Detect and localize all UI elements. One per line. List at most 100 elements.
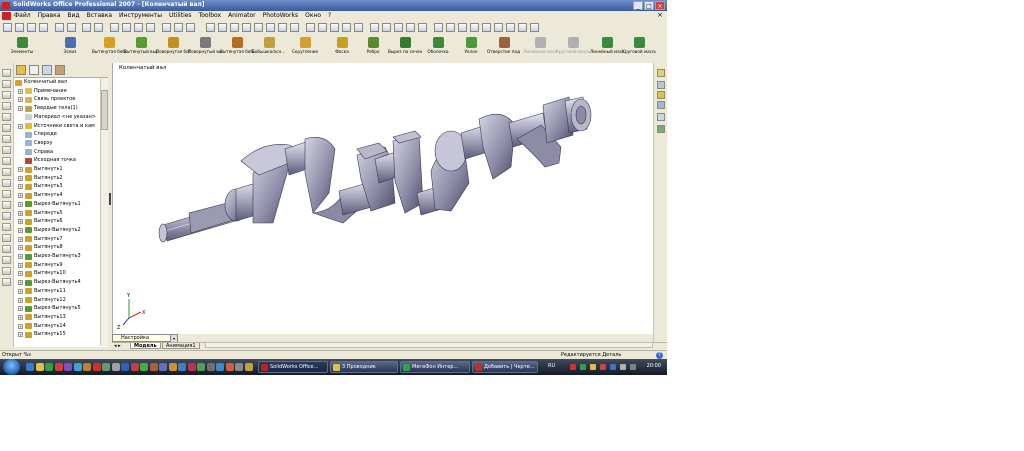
expand-toggle-icon[interactable]: + [18,88,23,94]
tree-item[interactable]: Сверху [14,139,100,148]
quick-launch-icon[interactable] [168,363,177,371]
graphics-area[interactable]: Коленчатый вал Y X Z [112,63,654,334]
tree-item[interactable]: Спереди [14,130,100,139]
standard-toolbar-button-4[interactable] [55,23,64,32]
task-pane-design-library-icon[interactable] [657,81,665,89]
task-pane-resources-icon[interactable] [657,69,665,77]
quick-launch-icon[interactable] [35,363,44,371]
left-toolbar-button-13[interactable] [2,212,11,220]
standard-toolbar-button-29[interactable] [382,23,391,32]
standard-toolbar-button-8[interactable] [110,23,119,32]
tree-item[interactable]: + Вырез-Вытянуть3 [14,252,100,261]
menu-insert[interactable]: Вставка [87,12,112,19]
expand-toggle-icon[interactable]: + [18,297,23,303]
tree-item[interactable]: + Вытянуть6 [14,217,100,226]
standard-toolbar-button-3[interactable] [39,23,48,32]
standard-toolbar-button-28[interactable] [370,23,379,32]
standard-toolbar-button-9[interactable] [122,23,131,32]
expand-toggle-icon[interactable]: + [18,245,23,251]
tab-animation1[interactable]: Анимация1 [162,343,200,349]
left-toolbar-button-3[interactable] [2,102,11,110]
tree-item[interactable]: + Вырез-Вытянуть1 [14,200,100,209]
quick-launch-icon[interactable] [244,363,253,371]
tree-scrollbar[interactable] [100,78,108,346]
left-toolbar-button-7[interactable] [2,146,11,154]
tree-item[interactable]: + Вытянуть10 [14,269,100,278]
taskbar-button-1[interactable]: 3 Проводник [330,361,398,373]
expand-toggle-icon[interactable]: + [18,175,23,181]
help-icon[interactable]: ? [656,352,663,359]
quick-launch-icon[interactable] [225,363,234,371]
standard-toolbar-button-19[interactable] [254,23,263,32]
cm-command-10[interactable]: Оболочка [421,37,455,62]
tree-item[interactable]: Справа [14,148,100,157]
standard-toolbar-button-38[interactable] [494,23,503,32]
tree-item[interactable]: + Вытянуть12 [14,296,100,305]
standard-toolbar-button-2[interactable] [27,23,36,32]
cm-command-0[interactable]: Вытянутая бобышка/осн... [92,37,126,62]
standard-toolbar-button-26[interactable] [342,23,351,32]
standard-toolbar-button-36[interactable] [470,23,479,32]
quick-launch-icon[interactable] [45,363,53,371]
tree-scroll-thumb[interactable] [101,90,108,130]
left-toolbar-button-11[interactable] [2,190,11,198]
left-toolbar-button-8[interactable] [2,157,11,165]
standard-toolbar-button-17[interactable] [230,23,239,32]
left-toolbar-button-14[interactable] [2,223,11,231]
expand-toggle-icon[interactable]: + [18,97,23,103]
featuremanager-tab-icon[interactable] [16,65,26,75]
minimize-button[interactable]: _ [633,1,643,10]
standard-toolbar-button-34[interactable] [446,23,455,32]
left-toolbar-button-17[interactable] [2,256,11,264]
standard-toolbar-button-22[interactable] [290,23,299,32]
expand-toggle-icon[interactable]: + [18,167,23,172]
start-button[interactable] [3,359,20,375]
left-toolbar-button-6[interactable] [2,135,11,143]
quick-launch-icon[interactable] [83,363,91,371]
expand-toggle-icon[interactable]: + [18,254,23,259]
cm-command-4[interactable]: Вытянутая бобышка/Ос... [220,37,254,62]
left-toolbar-button-16[interactable] [2,245,11,253]
standard-toolbar-button-25[interactable] [330,23,339,32]
tray-power-icon[interactable] [630,364,636,370]
tray-volume-icon[interactable] [620,364,626,370]
quick-launch-icon[interactable] [159,363,167,371]
maximize-button[interactable]: □ [644,1,654,10]
tree-item[interactable]: + Вырез-Вытянуть4 [14,278,100,287]
standard-toolbar-button-5[interactable] [67,23,76,32]
tree-item[interactable]: + Вытянуть8 [14,243,100,252]
expand-toggle-icon[interactable]: + [18,262,23,268]
expand-toggle-icon[interactable]: + [18,227,23,233]
standard-toolbar-button-7[interactable] [94,23,103,32]
standard-toolbar-button-14[interactable] [186,23,195,32]
tree-item[interactable]: + Примечания [14,87,100,96]
standard-toolbar-button-37[interactable] [482,23,491,32]
standard-toolbar-button-18[interactable] [242,23,251,32]
quick-launch-icon[interactable] [149,363,158,371]
left-toolbar-button-0[interactable] [2,69,11,77]
standard-toolbar-button-40[interactable] [518,23,527,32]
taskbar-button-0[interactable]: SolidWorks Office... [258,361,328,373]
horizontal-scrollbar[interactable] [205,342,653,348]
task-pane-file-explorer-icon[interactable] [657,91,665,99]
expand-toggle-icon[interactable]: + [18,236,23,242]
tray-folder-icon[interactable] [590,364,596,370]
expand-toggle-icon[interactable]: + [18,219,23,225]
left-toolbar-button-9[interactable] [2,168,11,176]
standard-toolbar-button-35[interactable] [458,23,467,32]
menu-file[interactable]: Файл [14,12,31,19]
menu-animator[interactable]: Animator [228,12,256,19]
standard-toolbar-button-32[interactable] [418,23,427,32]
tray-antivirus-icon[interactable] [600,364,606,370]
quick-launch-icon[interactable] [121,363,129,371]
quick-launch-icon[interactable] [178,363,186,371]
tray-app-icon[interactable] [570,364,576,370]
tree-item[interactable]: + Вытянуть7 [14,235,100,244]
standard-toolbar-button-12[interactable] [162,23,171,32]
solidworks-menu-logo-icon[interactable] [2,12,11,20]
left-toolbar-button-2[interactable] [2,91,11,99]
expand-toggle-icon[interactable]: + [18,106,23,112]
cm-command-5[interactable]: Бобышка/осн... по сечениям [252,37,286,62]
tree-item[interactable]: + Вытянуть1 [14,165,100,174]
expand-toggle-icon[interactable]: + [18,271,23,277]
